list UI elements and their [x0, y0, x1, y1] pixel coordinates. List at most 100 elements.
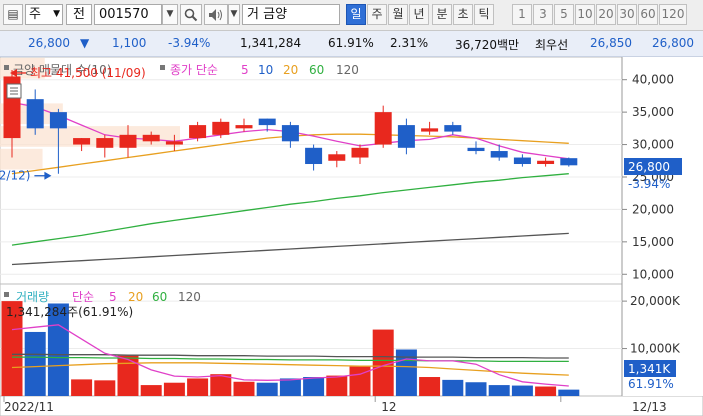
candle-body	[96, 138, 114, 148]
period-second-tab[interactable]: 초	[453, 4, 473, 25]
price-axis-label: 20,000	[632, 202, 674, 216]
candle-body	[26, 99, 44, 129]
menu-button[interactable]: ▤	[3, 4, 23, 25]
chevron-down-icon: ▼	[166, 9, 174, 19]
interval-10-button[interactable]: 10	[575, 4, 595, 25]
ma-legend-label: 종가 단순	[170, 63, 218, 77]
interval-60-button[interactable]: 60	[638, 4, 658, 25]
volume-bar	[535, 386, 557, 396]
search-button[interactable]	[180, 4, 202, 25]
period-month-tab[interactable]: 월	[388, 4, 408, 25]
period-tick-tab[interactable]: 틱	[474, 4, 494, 25]
candle-body	[281, 125, 299, 142]
candle-body	[537, 160, 555, 165]
price-axis-label: 10,000	[632, 267, 674, 281]
x-axis: 2022/11 12 12/13	[0, 396, 703, 416]
volume-bar	[511, 385, 533, 396]
turnover-rate: 2.31%	[390, 36, 429, 50]
current-volume-tag-text: 1,341K	[628, 362, 671, 376]
vol-ma5-legend: 5	[109, 290, 117, 304]
candle-body	[421, 128, 439, 132]
current-price: 26,800	[28, 36, 70, 50]
candle-body	[305, 147, 323, 165]
chevron-down-icon: ▼	[53, 9, 60, 19]
chevron-down-icon: ▼	[230, 9, 238, 19]
volume-bar	[419, 377, 441, 396]
interval-30-button[interactable]: 30	[617, 4, 637, 25]
volume-ratio-tag-text: 61.91%	[628, 377, 674, 391]
volume-chart[interactable]: 20,000K 10,000K 거래량 단순 5 20 60 120 1,341,…	[0, 284, 703, 396]
volume-bar	[303, 377, 325, 396]
sound-button[interactable]	[204, 4, 228, 25]
period-day-tab[interactable]: 일	[346, 4, 366, 25]
interval-1-button[interactable]: 1	[512, 4, 532, 25]
candle-body	[119, 134, 137, 148]
price-axis-label: 40,000	[632, 73, 674, 87]
speaker-icon	[209, 9, 222, 21]
volume-bar	[442, 379, 464, 396]
candle-body	[467, 147, 485, 152]
price-axis-label: 15,000	[632, 235, 674, 249]
vol-ma-legend-label: 단순	[72, 290, 94, 304]
vol-ma20-legend: 20	[128, 290, 143, 304]
volume-bar	[256, 382, 278, 396]
interval-5-button[interactable]: 5	[554, 4, 574, 25]
stock-code-input[interactable]: 001570	[94, 4, 162, 25]
legend-square-icon	[4, 65, 9, 70]
price-axis-label: 35,000	[632, 105, 674, 119]
volume-bar	[233, 381, 255, 396]
trade-amount: 36,720백만	[455, 38, 520, 52]
x-axis-label: 12	[381, 400, 396, 414]
change-percent: -3.94%	[168, 36, 211, 50]
interval-20-button[interactable]: 20	[596, 4, 616, 25]
candle-body	[328, 154, 346, 161]
volume-bar	[488, 385, 510, 396]
candle-body	[165, 141, 183, 145]
vol-ma120-legend: 120	[178, 290, 201, 304]
candle-body	[490, 151, 508, 158]
volume-legend-title: 거래량	[16, 290, 49, 304]
period-week-tab[interactable]: 주	[367, 4, 387, 25]
volume-profile-bar	[0, 148, 43, 170]
interval-3-button[interactable]: 3	[533, 4, 553, 25]
current-percent-text: -3.94%	[628, 177, 670, 191]
price-change: 1,100	[112, 36, 147, 50]
candle-body	[560, 158, 578, 166]
volume-bar	[140, 385, 162, 396]
volume-axis-label: 10,000K	[630, 342, 681, 356]
ma60-legend: 60	[309, 63, 324, 77]
candle-body	[49, 112, 67, 129]
x-axis-label: 12/13	[632, 400, 667, 414]
low-price-label: 최저 26,600 (12/12)	[0, 169, 30, 183]
volume-bar	[117, 355, 139, 396]
candle-body	[397, 125, 415, 148]
sound-dropdown-button[interactable]: ▼	[228, 4, 240, 25]
candle-body	[258, 118, 276, 126]
chart-settings-icon[interactable]	[6, 83, 22, 99]
ma10-legend: 10	[258, 63, 273, 77]
interval-120-button[interactable]: 120	[659, 4, 687, 25]
type-label[interactable]: 전	[66, 4, 92, 25]
volume-value: 1,341,284	[240, 36, 302, 50]
best-ask-label: 최우선	[535, 38, 569, 52]
ma20-legend: 20	[283, 63, 298, 77]
period-year-tab[interactable]: 년	[409, 4, 429, 25]
change-arrow-icon: ▼	[80, 36, 90, 50]
best-bid-price: 26,800	[652, 36, 694, 50]
quote-bar: 26,800 ▼ 1,100 -3.94% 1,341,284 61.91% 2…	[0, 31, 703, 57]
grid-icon: ▤	[7, 7, 19, 21]
volume-axis-label: 20,000K	[630, 294, 681, 308]
market-select[interactable]: 주 ▼	[25, 4, 63, 25]
volume-bar	[372, 329, 394, 396]
x-axis-label: 2022/11	[4, 400, 54, 414]
price-chart[interactable]: 40,00035,00030,00025,00020,00015,00010,0…	[0, 57, 703, 284]
stock-name-field[interactable]: 거 금양	[242, 4, 340, 25]
high-price-label: 최고 41,500 (11/09)	[30, 66, 146, 80]
current-price-tag-text: 26,800	[628, 160, 670, 174]
period-minute-tab[interactable]: 분	[432, 4, 452, 25]
code-dropdown-button[interactable]: ▼	[162, 4, 178, 25]
legend-square-icon	[4, 292, 9, 297]
toolbar: ▤ 주 ▼ 전 001570 ▼ ▼ 거 금양 일 주 월 년 분 초 틱 1 3…	[0, 0, 703, 31]
candle-body	[351, 147, 369, 158]
candle-body	[212, 121, 230, 135]
